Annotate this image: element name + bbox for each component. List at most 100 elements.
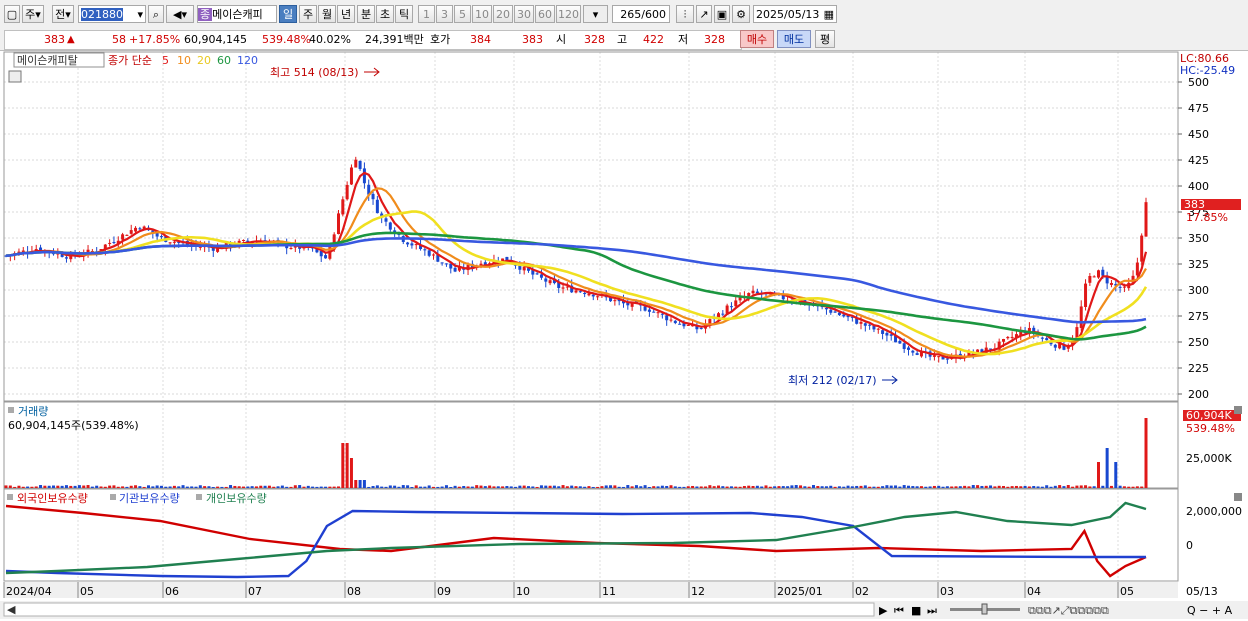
tool-icons[interactable]: ⧉⧉⧉↗⤢⧉⧉⧉⧉⧉ <box>1028 604 1109 617</box>
tab-week[interactable]: 주 <box>299 5 317 23</box>
gear-icon[interactable]: ⚙ <box>732 5 750 23</box>
volume-bar <box>444 485 448 488</box>
high-price: 422 <box>643 33 664 46</box>
volume-bar <box>26 486 30 488</box>
volume-bar <box>324 486 328 488</box>
table-icon[interactable] <box>8 70 22 83</box>
date-input[interactable]: 2025/05/13 ▦ <box>753 5 837 23</box>
sell-button[interactable]: 매도 <box>777 30 811 48</box>
candle-body <box>414 244 418 246</box>
interval-3[interactable]: 3 <box>436 5 453 23</box>
holdings-panel-close-icon[interactable] <box>1234 493 1242 501</box>
scroll-right-icon[interactable]: ▶ <box>879 604 888 617</box>
y-tick-label: 250 <box>1188 336 1209 349</box>
interval-120[interactable]: 120 <box>556 5 581 23</box>
tab-year[interactable]: 년 <box>337 5 355 23</box>
zoom-slider-handle[interactable] <box>981 603 988 615</box>
volume-bar <box>302 486 306 488</box>
display-count-field[interactable]: 265/600 <box>612 5 670 23</box>
tab-second[interactable]: 초 <box>376 5 394 23</box>
candle-body <box>591 294 595 297</box>
volume-bar <box>410 486 414 488</box>
tab-month[interactable]: 월 <box>318 5 336 23</box>
volume-bar <box>272 486 276 488</box>
volume-bar <box>963 485 967 488</box>
volume-bar <box>95 485 99 488</box>
speaker-icon[interactable]: ◀▾ <box>166 5 194 23</box>
search-icon[interactable]: ⌕ <box>148 5 164 23</box>
candle-body <box>406 242 410 245</box>
candle-icon[interactable]: ⫶ <box>676 5 694 23</box>
interval-60[interactable]: 60 <box>535 5 555 23</box>
volume-bar <box>643 485 647 488</box>
interval-20[interactable]: 20 <box>493 5 513 23</box>
volume-bar <box>496 486 500 488</box>
buy-button[interactable]: 매수 <box>740 30 774 48</box>
candle-body <box>168 242 172 244</box>
period-unit-select[interactable]: 주▾ <box>22 5 44 23</box>
candle-body <box>656 312 660 314</box>
volume-title: 거래량 <box>18 405 48 418</box>
scroll-left-icon[interactable]: ◀ <box>7 603 16 616</box>
interval-select[interactable]: ▾ <box>583 5 608 23</box>
stock-name-field[interactable]: 종 메이슨캐피 <box>197 5 277 23</box>
candle-body <box>371 193 375 200</box>
stock-code-input[interactable]: 021880 ▾ <box>78 5 146 23</box>
tab-minute[interactable]: 분 <box>357 5 375 23</box>
bid-ask-label: 호가 <box>430 33 451 46</box>
interval-10[interactable]: 10 <box>472 5 492 23</box>
ma5-label: 5 <box>162 54 169 67</box>
volume-bar <box>349 458 353 488</box>
volume-bar <box>790 485 794 488</box>
candle-body <box>885 332 889 336</box>
candle-body <box>1053 344 1057 348</box>
candle-body <box>125 234 129 236</box>
candle-body <box>548 280 552 284</box>
volume-bar <box>1122 486 1126 488</box>
stock-chart[interactable]: 메이슨캐피탈 종가 단순 5 10 20 60 120 최고 514 (08/1… <box>0 51 1248 621</box>
volume-bar <box>492 486 496 488</box>
interval-1[interactable]: 1 <box>418 5 435 23</box>
candle-body <box>1088 275 1092 283</box>
volume-bar <box>682 486 686 488</box>
volume-bar <box>941 486 945 488</box>
draw-tool-icon[interactable]: ↗ <box>696 5 712 23</box>
volume-bar <box>280 485 284 488</box>
volume-bar <box>872 486 876 488</box>
volume-bar <box>43 485 47 488</box>
volume-bar <box>116 486 120 488</box>
tab-tick[interactable]: 틱 <box>395 5 413 23</box>
volume-bar <box>419 486 423 488</box>
volume-bar <box>1097 462 1100 488</box>
interval-30[interactable]: 30 <box>514 5 534 23</box>
volume-panel-close-icon[interactable] <box>1234 406 1242 414</box>
volume-bar <box>501 486 505 488</box>
volume-bar <box>1084 485 1088 488</box>
volume-bar <box>134 485 138 488</box>
tab-day[interactable]: 일 <box>279 5 297 23</box>
volume-bar <box>829 485 833 488</box>
fast-forward-icon[interactable]: ⏭ <box>927 604 937 617</box>
volume-bar <box>1045 485 1049 488</box>
candle-body <box>734 300 738 307</box>
zoom-controls-icon[interactable]: Q − + A <box>1187 604 1233 617</box>
volume-bar <box>198 485 202 488</box>
save-icon[interactable]: ▣ <box>714 5 730 23</box>
volume-bar <box>898 486 902 488</box>
horizontal-scrollbar[interactable] <box>3 602 875 617</box>
interval-5[interactable]: 5 <box>454 5 471 23</box>
rewind-icon[interactable]: ⏮ <box>894 604 904 617</box>
volume-bar <box>246 486 250 488</box>
candle-body <box>678 323 682 325</box>
avg-button[interactable]: 평 <box>815 30 835 48</box>
candle-body <box>1097 270 1100 278</box>
volume-bar <box>242 486 245 488</box>
prev-button[interactable]: 전▾ <box>52 5 74 23</box>
volume-bar <box>816 486 820 488</box>
layout-icon[interactable]: ▢ <box>4 5 20 23</box>
volume-bar <box>479 485 483 488</box>
stop-icon[interactable]: ■ <box>911 604 921 617</box>
volume-bar <box>483 486 487 488</box>
volume-bar <box>868 486 872 488</box>
volume-bar <box>980 485 984 488</box>
